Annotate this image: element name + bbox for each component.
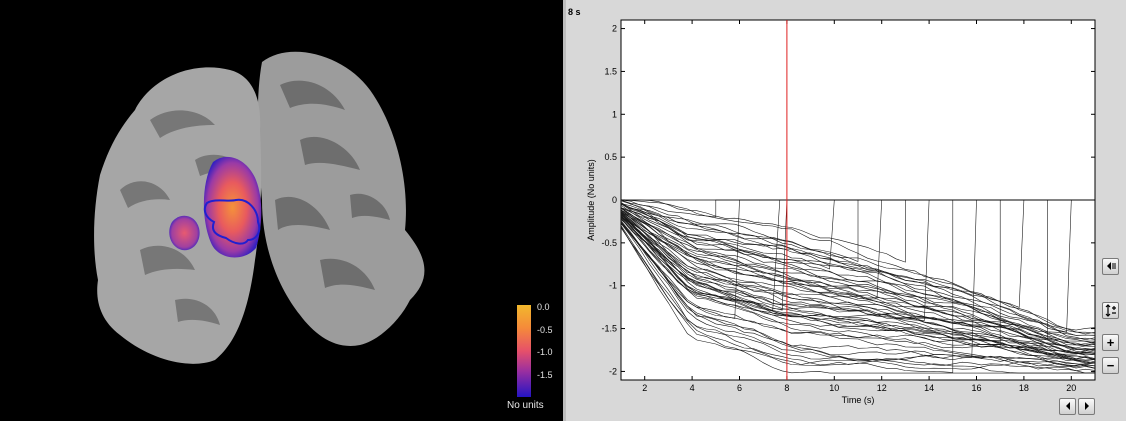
y-tick-label: 0.5 (604, 152, 617, 162)
y-tick-label: -2 (609, 366, 617, 376)
y-axis-label: Amplitude (No units) (586, 159, 596, 241)
y-tick-label: 1.5 (604, 66, 617, 76)
scroll-left-button[interactable] (1059, 398, 1076, 415)
colorbar-units: No units (507, 400, 544, 411)
scroll-right-icon (1084, 402, 1089, 410)
y-tick-label: -0.5 (601, 238, 617, 248)
cortex-surface-rendering[interactable] (0, 0, 563, 421)
collapse-button[interactable] (1102, 258, 1119, 275)
collapse-icon (1106, 262, 1116, 270)
colorbar (517, 305, 531, 397)
x-tick-label: 6 (737, 383, 742, 393)
colorbar-tick-2: -1.0 (537, 347, 553, 357)
x-tick-label: 18 (1019, 383, 1029, 393)
y-tick-label: -1 (609, 281, 617, 291)
scroll-left-icon (1065, 402, 1070, 410)
x-axis-label: Time (s) (842, 395, 875, 405)
y-tick-label: -1.5 (601, 324, 617, 334)
x-tick-label: 20 (1066, 383, 1076, 393)
y-tick-label: 1 (612, 109, 617, 119)
zoom-in-button[interactable]: + (1102, 334, 1119, 351)
scroll-right-button[interactable] (1078, 398, 1095, 415)
autoscale-button[interactable] (1102, 302, 1119, 319)
brain-surface-view[interactable]: 0.0 -0.5 -1.0 -1.5 No units (0, 0, 563, 421)
time-series-panel: 8 s 2 1.5 1 0.5 0 -0.5 -1 -1.5 -2 2 4 6 8 10 12 14 16 18 2… (566, 0, 1126, 421)
x-tick-label: 4 (690, 383, 695, 393)
x-tick-label: 14 (924, 383, 934, 393)
time-series-chart[interactable]: 2 1.5 1 0.5 0 -0.5 -1 -1.5 -2 2 4 6 8 10 12 14 16 18 20 Tim… (566, 0, 1126, 421)
x-tick-label: 8 (784, 383, 789, 393)
y-tick-label: 0 (612, 195, 617, 205)
x-tick-label: 2 (642, 383, 647, 393)
autoscale-icon (1105, 304, 1116, 317)
x-tick-label: 12 (877, 383, 887, 393)
y-tick-label: 2 (612, 24, 617, 34)
colorbar-tick-0: 0.0 (537, 302, 550, 312)
x-tick-label: 10 (829, 383, 839, 393)
x-tick-label: 16 (971, 383, 981, 393)
colorbar-tick-1: -0.5 (537, 325, 553, 335)
zoom-out-button[interactable]: − (1102, 357, 1119, 374)
colorbar-tick-3: -1.5 (537, 370, 553, 380)
zoom-out-icon: − (1106, 358, 1115, 373)
zoom-in-icon: + (1106, 335, 1115, 350)
